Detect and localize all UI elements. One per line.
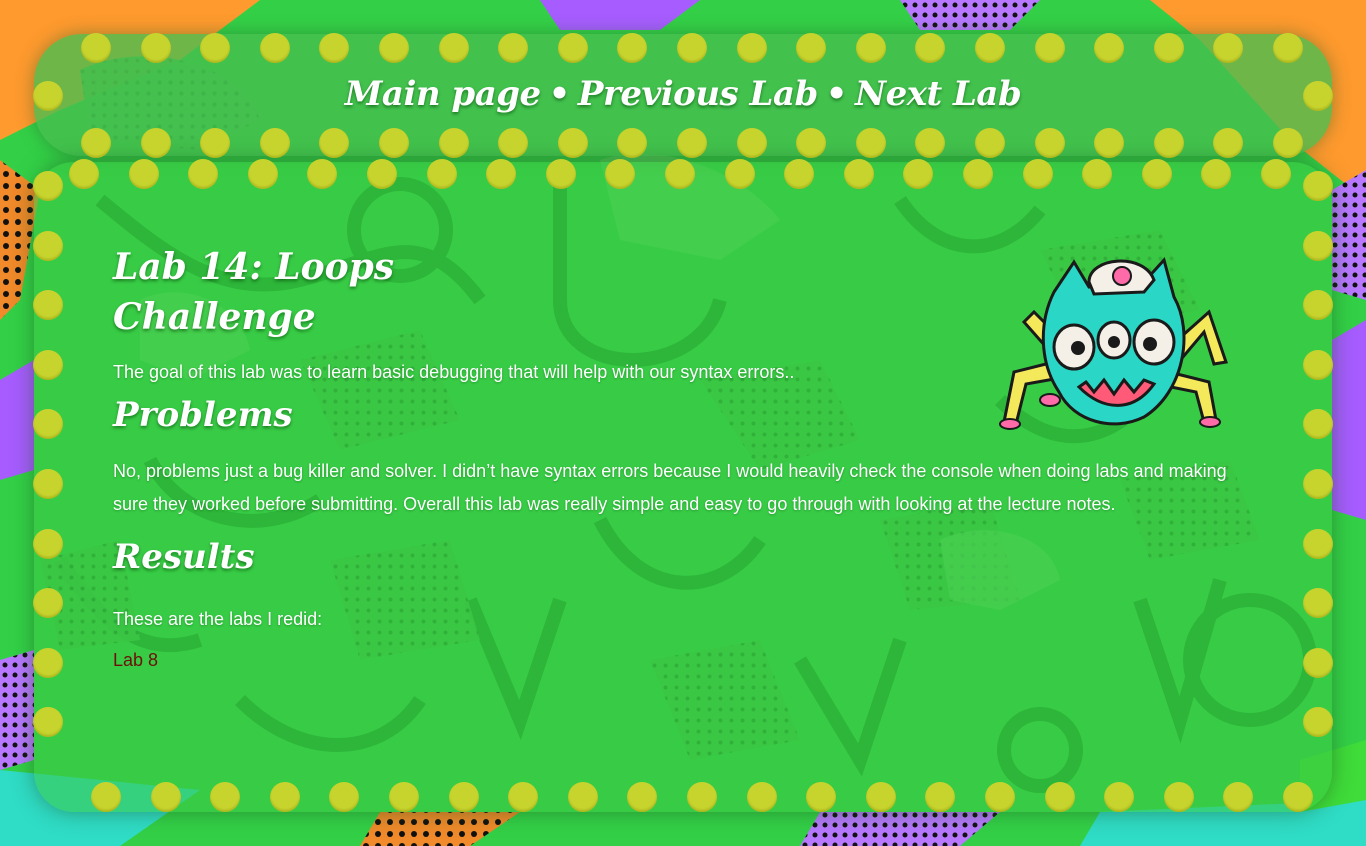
nav-bar: Main page • Previous Lab • Next Lab	[34, 34, 1332, 156]
results-heading: Results	[113, 537, 255, 577]
problems-text: No, problems just a bug killer and solve…	[113, 461, 1227, 514]
page-title-line2: Challenge	[113, 296, 316, 338]
content-body: Lab 14: Loops Challenge The goal of this…	[113, 242, 1233, 671]
results-text: These are the labs I redid:	[113, 609, 323, 629]
page-title: Lab 14: Loops Challenge	[113, 242, 1233, 342]
nav-separator: •	[548, 74, 571, 114]
content-card: Lab 14: Loops Challenge The goal of this…	[34, 162, 1332, 812]
problems-heading: Problems	[113, 395, 293, 435]
page-title-line1: Lab 14: Loops	[113, 246, 395, 288]
nav-link-next-lab[interactable]: Next Lab	[855, 74, 1022, 114]
nav-link-main-page[interactable]: Main page	[345, 74, 541, 114]
nav-separator: •	[825, 74, 848, 114]
nav-links: Main page • Previous Lab • Next Lab	[34, 74, 1332, 114]
lab-8-link[interactable]: Lab 8	[113, 650, 158, 670]
intro-text: The goal of this lab was to learn basic …	[113, 362, 795, 382]
nav-link-previous-lab[interactable]: Previous Lab	[578, 74, 818, 114]
